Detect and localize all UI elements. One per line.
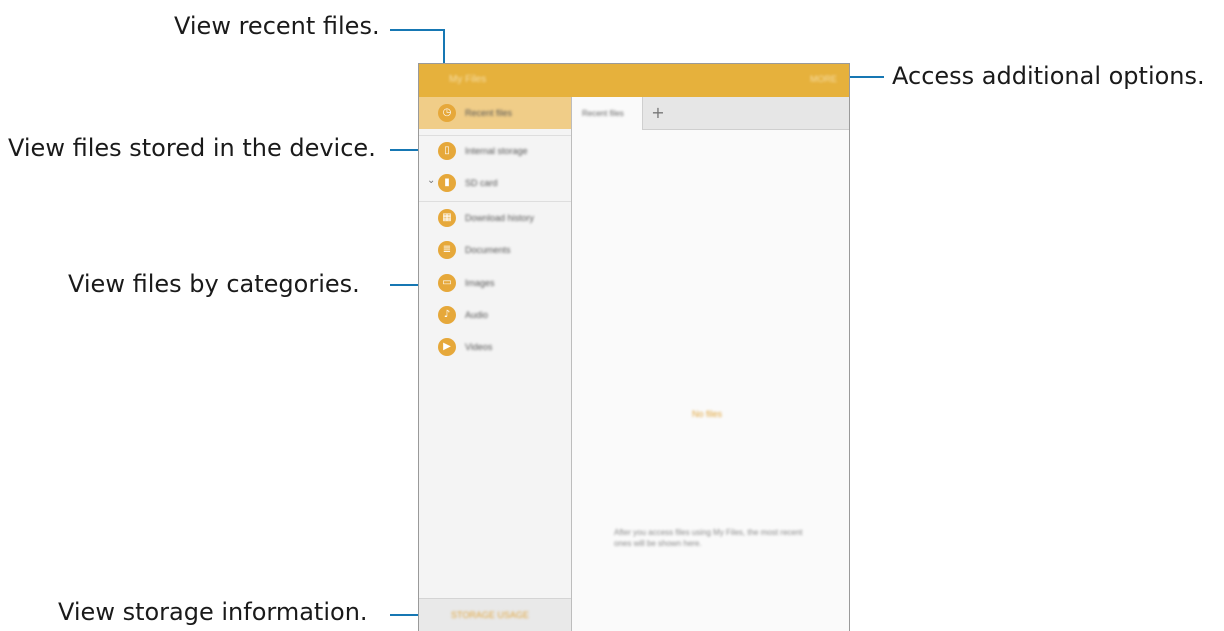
sidebar-item-label: Videos [465,342,493,352]
sidebar-item-audio[interactable]: ♪ Audio [419,299,571,331]
sidebar-item-label: Internal storage [465,146,528,156]
chevron-down-icon[interactable]: ⌄ [427,175,435,186]
app-bar: My Files MORE [419,64,849,97]
callout-recent-files: View recent files. [174,12,380,40]
video-icon: ▶ [438,338,456,356]
tab-bar: Recent files + [572,97,849,130]
sidebar-item-recent-files[interactable]: ◷ Recent files [419,97,571,129]
callout-additional-options: Access additional options. [892,62,1205,90]
callout-line-categories [390,284,418,286]
sidebar-item-videos[interactable]: ▶ Videos [419,331,571,363]
sidebar-item-images[interactable]: ▭ Images [419,267,571,299]
callout-line-recent-h [390,29,444,31]
device-icon: ▯ [438,142,456,160]
app-title: My Files [449,74,487,85]
sidebar-item-label: Documents [465,245,511,255]
sidebar-item-internal-storage[interactable]: ▯ Internal storage [419,135,571,167]
add-tab-button[interactable]: + [642,97,674,129]
sidebar-item-label: Images [465,278,495,288]
sidebar-item-label: Download history [465,213,535,223]
sidebar-item-sd-card[interactable]: ⌄ ▮ SD card [419,167,571,199]
callout-device-files: View files stored in the device. [8,134,376,162]
sidebar-item-label: SD card [465,178,498,188]
document-icon: ≣ [438,241,456,259]
callout-storage-info: View storage information. [58,598,368,626]
empty-state-hint: After you access files using My Files, t… [614,528,803,548]
tablet-screen: My Files MORE ◷ Recent files ▯ Internal … [418,63,850,631]
tab-recent-files[interactable]: Recent files [572,97,643,130]
tab-label: Recent files [582,109,624,118]
sidebar: ◷ Recent files ▯ Internal storage ⌄ ▮ SD… [419,97,572,631]
empty-state-title: No files [692,409,723,419]
clock-icon: ◷ [438,104,456,122]
callout-categories: View files by categories. [68,270,360,298]
sidebar-item-download-history[interactable]: ▦ Download history [419,202,571,234]
sd-card-icon: ▮ [438,174,456,192]
sidebar-item-documents[interactable]: ≣ Documents [419,234,571,266]
sidebar-item-label: Audio [465,310,489,320]
music-note-icon: ♪ [438,306,456,324]
more-button[interactable]: MORE [810,74,837,84]
image-icon: ▭ [438,274,456,292]
storage-usage-label: STORAGE USAGE [451,610,529,620]
main-panel: Recent files + No files After you access… [572,97,849,631]
sidebar-item-label: Recent files [465,108,513,118]
download-history-icon: ▦ [438,209,456,227]
storage-usage-button[interactable]: STORAGE USAGE [419,598,571,631]
